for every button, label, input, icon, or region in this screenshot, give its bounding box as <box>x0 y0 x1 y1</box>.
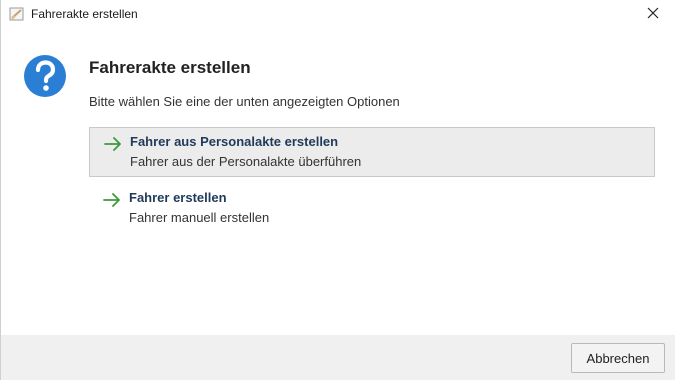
arrow-right-icon <box>104 137 122 151</box>
arrow-right-icon <box>103 193 121 207</box>
option-description: Fahrer manuell erstellen <box>129 210 270 225</box>
option-description: Fahrer aus der Personalakte überführen <box>130 154 362 169</box>
dialog-window: Fahrerakte erstellen Fahrerakte erstelle… <box>0 0 675 380</box>
option-title: Fahrer aus Personalakte erstellen <box>130 134 339 149</box>
cancel-button[interactable]: Abbrechen <box>571 343 665 373</box>
window-title: Fahrerakte erstellen <box>31 7 138 21</box>
option-title: Fahrer erstellen <box>129 190 227 205</box>
title-bar: Fahrerakte erstellen <box>1 0 675 29</box>
close-icon <box>647 6 659 24</box>
app-icon <box>9 6 25 22</box>
option-create-manually[interactable]: Fahrer erstellen Fahrer manuell erstelle… <box>89 184 655 234</box>
dialog-subtitle: Bitte wählen Sie eine der unten angezeig… <box>89 94 400 109</box>
question-icon <box>23 54 67 98</box>
dialog-heading: Fahrerakte erstellen <box>89 58 251 77</box>
close-button[interactable] <box>630 0 675 29</box>
option-from-personnel-file[interactable]: Fahrer aus Personalakte erstellen Fahrer… <box>89 127 655 177</box>
